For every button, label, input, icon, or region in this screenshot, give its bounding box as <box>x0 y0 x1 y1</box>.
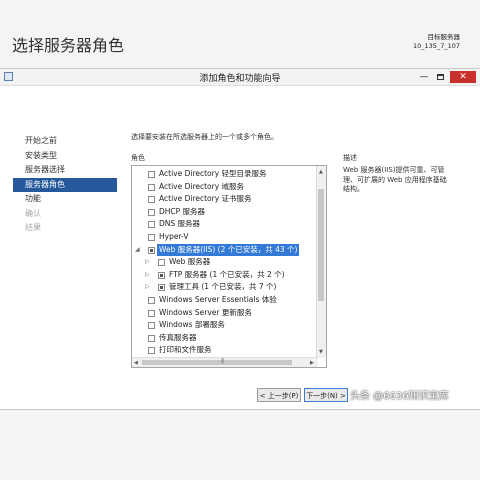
previous-button[interactable]: < 上一步(P) <box>257 388 301 402</box>
nav-item-before-you-begin[interactable]: 开始之前 <box>13 134 117 149</box>
description-header: 描述 <box>343 154 357 162</box>
scroll-down-arrow-icon[interactable]: ▼ <box>319 349 323 355</box>
description-text: Web 服务器(IIS)提供可靠、可管理、可扩展的 Web 应用程序基础结构。 <box>343 166 447 193</box>
roles-header: 角色 <box>131 154 145 162</box>
nav-item-server-selection[interactable]: 服务器选择 <box>13 163 117 178</box>
role-checkbox[interactable] <box>148 334 155 342</box>
watermark-text: 头条 @6636知识宝库 <box>350 391 449 402</box>
role-subitem[interactable]: ▷ FTP 服务器 (1 个已安装，共 2 个) <box>132 269 316 282</box>
role-item[interactable]: Active Directory 证书服务 <box>132 193 316 206</box>
nav-item-installation-type[interactable]: 安装类型 <box>13 149 117 164</box>
scroll-up-arrow-icon[interactable]: ▲ <box>319 169 323 175</box>
role-item-web-server-iis[interactable]: ◢ Web 服务器(IIS) (2 个已安装，共 43 个) <box>132 243 316 257</box>
title-bar: 添加角色和功能向导 — ✕ <box>0 69 480 86</box>
scroll-left-arrow-icon[interactable]: ◀ <box>134 360 138 366</box>
maximize-icon <box>436 73 444 80</box>
nav-item-confirmation: 确认 <box>25 208 41 218</box>
role-checkbox[interactable] <box>148 347 155 355</box>
expand-arrow-icon[interactable]: ▷ <box>145 256 150 269</box>
role-checkbox[interactable] <box>148 246 155 254</box>
target-server-name: 10_135_7_107 <box>413 42 460 50</box>
role-item[interactable]: DNS 服务器 <box>132 218 316 231</box>
role-checkbox[interactable] <box>148 196 155 204</box>
role-item[interactable]: Windows Server Essentials 体验 <box>132 294 316 307</box>
role-checkbox[interactable] <box>148 296 155 304</box>
role-checkbox[interactable] <box>158 271 165 279</box>
vertical-scroll-thumb[interactable] <box>318 189 324 301</box>
role-checkbox[interactable] <box>148 171 155 178</box>
role-item[interactable]: 传真服务器 <box>132 332 316 345</box>
target-server-info: 目标服务器 10_135_7_107 <box>413 33 460 51</box>
window-title: 添加角色和功能向导 <box>199 74 281 84</box>
role-checkbox[interactable] <box>148 233 155 241</box>
role-item[interactable]: DHCP 服务器 <box>132 206 316 219</box>
close-button[interactable]: ✕ <box>450 71 476 83</box>
wizard-nav: 开始之前 安装类型 服务器选择 服务器角色 功能 确认 结果 <box>13 134 117 236</box>
horizontal-scroll-thumb[interactable] <box>142 360 292 365</box>
expand-arrow-icon[interactable]: ▷ <box>145 269 150 282</box>
role-item[interactable]: Windows 部署服务 <box>132 319 316 332</box>
page-title: 选择服务器角色 <box>12 36 125 55</box>
role-checkbox[interactable] <box>158 259 165 267</box>
maximize-button[interactable] <box>434 71 446 83</box>
role-item[interactable]: Active Directory 轻型目录服务 <box>132 168 316 181</box>
nav-item-results: 结果 <box>25 223 41 232</box>
role-subitem[interactable]: ▷ 管理工具 (1 个已安装，共 7 个) <box>132 281 316 294</box>
next-button[interactable]: 下一步(N) > <box>304 388 348 402</box>
instruction-text: 选择要安装在所选服务器上的一个或多个角色。 <box>131 133 278 141</box>
role-checkbox[interactable] <box>148 183 155 191</box>
vertical-scrollbar[interactable]: ▲ ▼ <box>316 166 326 358</box>
role-subitem[interactable]: ▷ Web 服务器 <box>132 256 316 269</box>
target-server-label: 目标服务器 <box>427 33 461 41</box>
role-item[interactable]: Active Directory 域服务 <box>132 181 316 194</box>
role-item[interactable]: 打印和文件服务 <box>132 344 316 357</box>
scroll-grip-icon: ||| <box>221 358 224 364</box>
role-checkbox[interactable] <box>148 322 155 330</box>
role-checkbox[interactable] <box>148 208 155 216</box>
role-checkbox[interactable] <box>148 221 155 229</box>
collapse-arrow-icon[interactable]: ◢ <box>135 244 140 257</box>
roles-tree[interactable]: Active Directory 轻型目录服务 Active Directory… <box>131 165 327 368</box>
horizontal-scrollbar[interactable]: ◀ ||| ▶ <box>132 357 318 367</box>
role-checkbox[interactable] <box>148 309 155 317</box>
scroll-right-arrow-icon[interactable]: ▶ <box>310 360 314 366</box>
expand-arrow-icon[interactable]: ▷ <box>145 281 150 294</box>
minimize-button[interactable]: — <box>418 71 430 83</box>
nav-item-features[interactable]: 功能 <box>13 192 117 207</box>
nav-item-server-roles[interactable]: 服务器角色 <box>13 177 117 192</box>
role-item[interactable]: Hyper-V <box>132 231 316 244</box>
role-checkbox[interactable] <box>158 284 165 292</box>
role-item[interactable]: Windows Server 更新服务 <box>132 307 316 320</box>
